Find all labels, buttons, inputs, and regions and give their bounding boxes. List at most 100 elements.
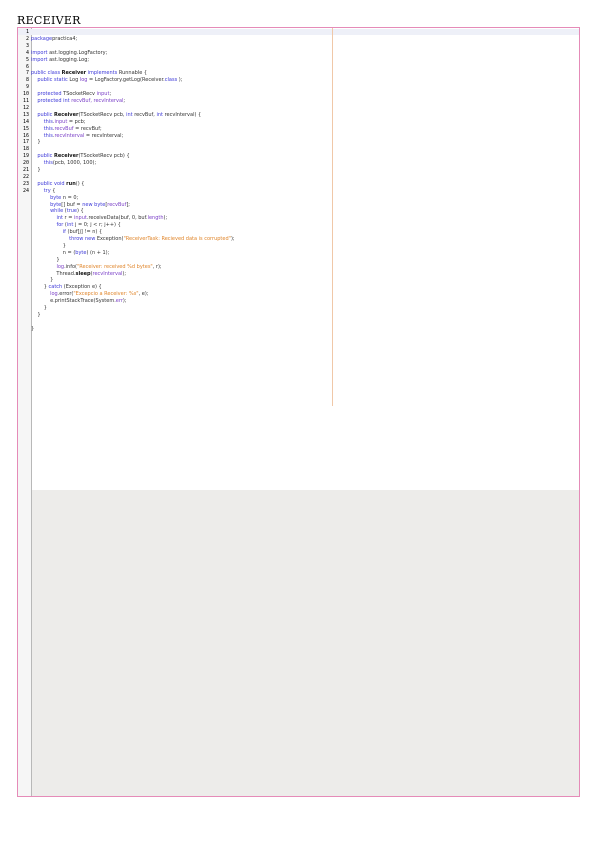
line-number: 2	[25, 35, 29, 42]
code-token: r =	[62, 215, 74, 222]
code-token: new byte	[82, 201, 106, 208]
code-editor[interactable]: 1 2 packagepractica4; 3 4 import ast.logging.…	[17, 27, 580, 797]
line-number: 23	[22, 180, 29, 187]
code-token: );	[230, 236, 235, 242]
code-token: , e);	[138, 291, 149, 298]
code-token: recvInterval) {	[163, 111, 202, 118]
code-token: (TSocketRecv pcb,	[78, 111, 127, 118]
code-token: = recvBuf;	[73, 125, 102, 132]
code-token: package	[31, 35, 53, 42]
code-token: recvInterval	[54, 132, 85, 139]
code-token: ;	[109, 91, 112, 98]
line-number: 16	[22, 132, 29, 139]
line-number: 14	[22, 118, 29, 125]
code-token: Log	[67, 77, 80, 84]
code-token: }	[31, 277, 54, 284]
code-token: byte	[50, 194, 62, 201]
code-token: Receiver	[54, 153, 79, 160]
code-token: }	[31, 284, 49, 291]
line-number: 8	[25, 77, 29, 84]
code-token: (Exception e) {	[62, 284, 102, 291]
line-source: n = (byte) (n + 1);	[31, 249, 110, 256]
code-token: ast.logging.LogFactory;	[47, 49, 108, 56]
code-token: this	[43, 118, 53, 125]
code-token: implements	[86, 70, 118, 77]
code-token: .receiveData(buf, 0, buf.	[86, 215, 148, 222]
line-source: }	[31, 311, 41, 318]
code-token: true	[66, 208, 78, 215]
code-token: import	[31, 49, 48, 56]
line-number: 11	[22, 98, 29, 104]
line-source: byte n = 0;	[31, 195, 78, 201]
line-number: 19	[22, 153, 29, 160]
code-token: TSocketRecv	[61, 91, 97, 98]
code-token: byte	[50, 201, 62, 208]
line-source: protected int recvBuf, recvInterval;	[31, 98, 125, 104]
code-token: Runnable {	[117, 70, 148, 77]
code-token: j = 0; j < r; j++) {	[73, 222, 121, 229]
line-source: this.input = pcb;	[31, 118, 86, 125]
line-source: }	[31, 167, 41, 173]
code-token: Exception(	[95, 236, 124, 242]
code-token: );	[163, 215, 168, 222]
code-token: class	[164, 77, 178, 84]
code-token: n = (	[31, 249, 76, 256]
line-number: 17	[22, 139, 29, 146]
code-token: (pcb, 1000, 100);	[52, 160, 97, 167]
line-number: 10	[22, 91, 29, 98]
code-token: recvBuf	[107, 201, 127, 208]
code-token: recvBuf, recvInterval	[69, 98, 124, 104]
code-token: protected int	[37, 98, 70, 104]
line-source: import ast.logging.Log;	[31, 57, 89, 63]
code-token: }	[31, 311, 41, 318]
code-token: }	[31, 242, 66, 249]
code-token: "ReceiverTask: Recieved data is corrupte…	[123, 236, 231, 242]
code-token: ;	[123, 98, 126, 104]
code-token: public class	[31, 70, 62, 77]
line-number: 7	[25, 70, 29, 77]
line-source: if (buf[j] != n) {	[31, 229, 102, 235]
line-source: }	[31, 243, 66, 249]
code-token: ) (n + 1);	[86, 249, 110, 256]
code-token: (TSocketRecv pcb) {	[78, 153, 130, 160]
line-source: }	[31, 305, 47, 311]
code-token: input	[54, 118, 68, 125]
code-token: , r);	[152, 263, 162, 270]
code-token: = pcb;	[67, 118, 86, 125]
document-title: RECEIVER	[17, 14, 81, 27]
line-source: }	[31, 256, 60, 263]
line-source: log.error("Excepcio a Receiver: %s", e);	[31, 291, 149, 298]
code-token: }	[31, 167, 41, 173]
line-source: byte[] buf = new byte[recvBuf];	[31, 202, 130, 208]
code-token: public static	[37, 77, 68, 84]
line-source: for (int j = 0; j < r; j++) {	[31, 222, 121, 229]
code-token: () {	[75, 180, 85, 187]
code-token: recvBuf,	[132, 111, 157, 118]
line-source: try {	[31, 187, 56, 194]
line-number: 24	[22, 187, 29, 194]
code-token: import	[31, 56, 48, 63]
code-token: );	[177, 77, 183, 84]
code-token: = LogFactory.getLog(Receiver.	[87, 77, 165, 84]
line-source: } catch (Exception e) {	[31, 284, 102, 290]
code-token: }	[31, 256, 60, 263]
code-token: );	[122, 298, 127, 305]
line-source: throw new Exception("ReceiverTask: Recie…	[31, 236, 235, 242]
code-token: public	[37, 153, 54, 160]
code-token: .info(	[64, 263, 77, 270]
line-source: Thread.sleep(recvInterval);	[31, 271, 126, 277]
line-number: 13	[22, 111, 29, 118]
line-source: public Receiver(TSocketRecv pcb, int rec…	[31, 112, 201, 118]
line-source: public class Receiver implements Runnabl…	[31, 70, 147, 76]
code-token: }	[31, 325, 35, 332]
code-token: try	[43, 187, 51, 194]
line-number: 5	[25, 56, 29, 63]
line-number: 12	[22, 104, 29, 111]
code-token: err	[115, 298, 123, 305]
code-token: "Receiver: received %d bytes"	[76, 263, 153, 270]
line-number: 15	[22, 125, 29, 132]
